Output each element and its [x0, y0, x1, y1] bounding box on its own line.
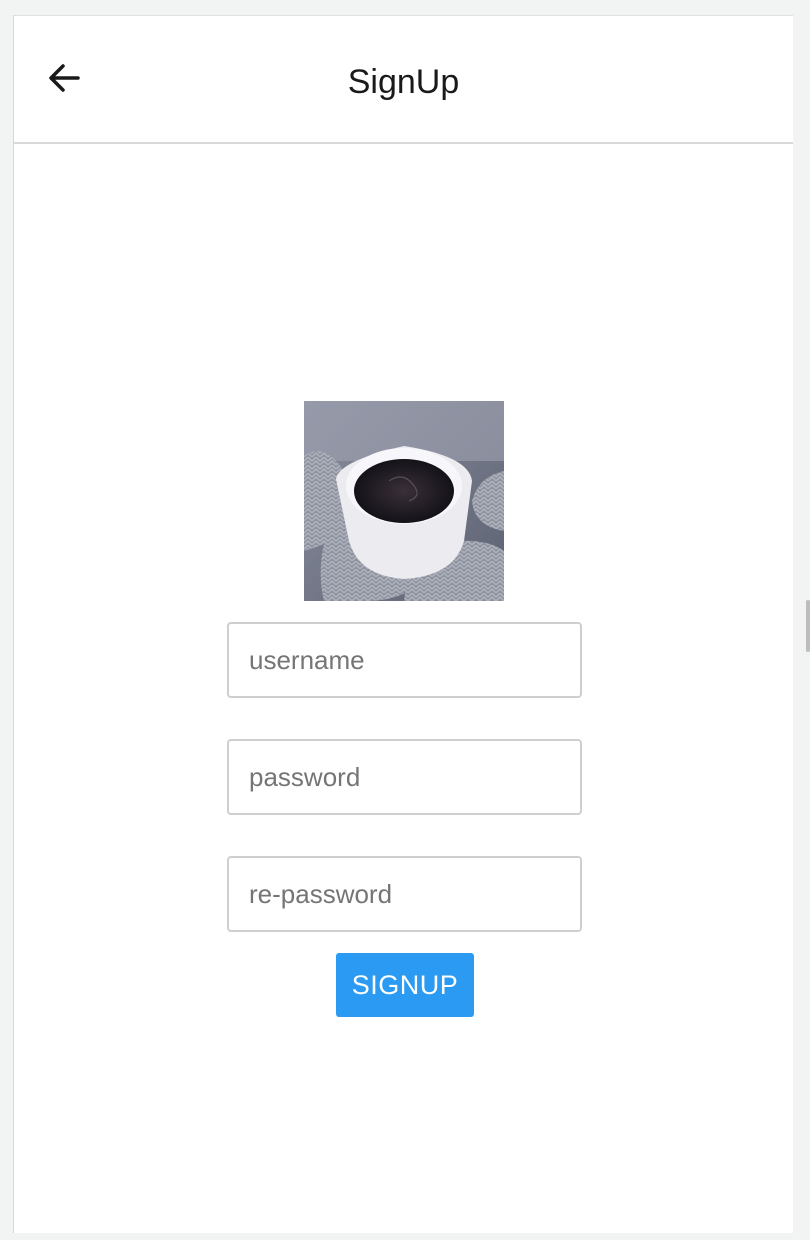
coffee-cup-image	[304, 401, 504, 601]
repassword-field[interactable]	[227, 856, 582, 932]
scrollbar-thumb[interactable]	[806, 600, 810, 652]
username-input[interactable]	[229, 624, 580, 696]
username-field[interactable]	[227, 622, 582, 698]
password-field[interactable]	[227, 739, 582, 815]
page-title: SignUp	[347, 63, 460, 101]
repassword-input[interactable]	[229, 858, 580, 930]
signup-button[interactable]: SIGNUP	[336, 953, 474, 1017]
password-input[interactable]	[229, 741, 580, 813]
navbar: SignUp	[14, 16, 793, 144]
app-frame: SignUp username SIGNUP	[13, 15, 793, 1233]
